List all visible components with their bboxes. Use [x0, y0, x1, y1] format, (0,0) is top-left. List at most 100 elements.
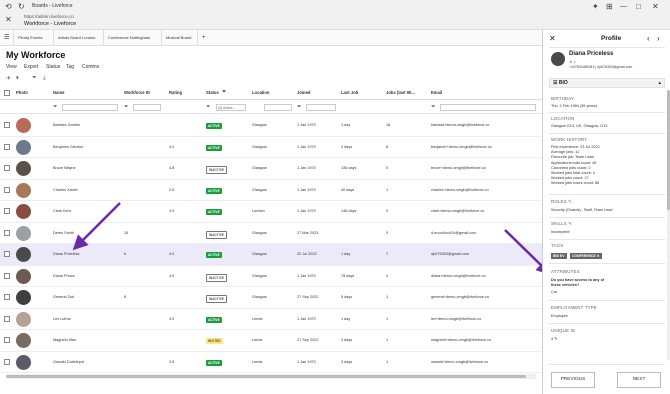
status-row-filter-icon[interactable]: ⏷ — [206, 104, 210, 111]
col-name[interactable]: Name — [53, 90, 64, 95]
prev-arrow-icon[interactable]: ‹ — [647, 34, 650, 43]
avatar — [16, 354, 31, 370]
minimize-icon[interactable]: — — [620, 2, 627, 12]
menu-tag[interactable]: Tag — [66, 64, 74, 70]
col-rating[interactable]: Rating — [169, 90, 182, 95]
menu-status[interactable]: Status — [46, 64, 60, 70]
table-row[interactable]: General Zod 8 Glasgow 27 Sep 2022 5 days 1 gen… — [0, 287, 542, 309]
table-row[interactable]: Oswald Cobblepot 3.5 Leeds 1 Jan 1970 3 days… — [0, 352, 542, 373]
unique-id-label: UNIQUE ID — [551, 328, 576, 333]
row-checkbox[interactable] — [4, 358, 10, 365]
row-checkbox[interactable] — [4, 294, 10, 300]
col-status[interactable]: Status — [206, 90, 219, 95]
status-filter-input[interactable]: (4) Active,... — [216, 104, 246, 111]
cell-last: 40 days — [341, 187, 355, 192]
row-checkbox[interactable] — [4, 229, 10, 236]
collapse-icon[interactable]: ▴ — [658, 80, 661, 86]
row-checkbox[interactable] — [4, 337, 10, 343]
cell-joined: 1 Jan 1970 — [297, 144, 316, 149]
col-last-job[interactable]: Last Job — [341, 90, 358, 95]
bio-section-header[interactable]: ☰ BIO ▴ — [549, 78, 665, 88]
menu-comms[interactable]: Comms — [82, 64, 99, 70]
name-filter-icon[interactable]: ⏷ — [53, 104, 57, 111]
col-email[interactable]: Email — [431, 90, 442, 95]
name-filter-input[interactable] — [62, 104, 118, 111]
table-row[interactable]: Lex Luthor 3.0 Leeds 1 Jan 1970 1 day 1 lex+de… — [0, 309, 542, 330]
cell-name: Clark Kent — [53, 209, 71, 213]
table-row[interactable]: Benjamin Glenton 4.0 Glasgow 1 Jan 1970 3 da… — [0, 137, 542, 158]
cell-rating: 3.0 — [169, 316, 175, 321]
row-checkbox[interactable] — [4, 122, 10, 128]
email-filter-icon[interactable]: ⏷ — [431, 104, 435, 111]
filter-icon[interactable]: ⏷ — [32, 75, 37, 82]
row-checkbox[interactable] — [4, 165, 10, 171]
cell-email: d.mcculloch24@gmail.com — [431, 230, 477, 235]
joined-filter-input[interactable] — [306, 104, 336, 111]
row-checkbox[interactable] — [4, 272, 10, 279]
status-badge: INACTIVE — [206, 230, 227, 239]
table-row[interactable]: Barbara Gordon Glasgow 1 Jan 1970 1 day 18 ba… — [0, 115, 542, 137]
table-row[interactable]: Bruce Wayne 4.8 Glasgow 1 Jan 1970 136 days 0… — [0, 158, 542, 180]
table-row[interactable]: Diana Priceless 6 4.0 Glasgow 22 Jul 2022 1 d… — [0, 244, 542, 266]
close-icon[interactable]: ✕ — [5, 15, 12, 25]
email-filter-input[interactable] — [440, 104, 536, 111]
cell-joined: 27 Sep 2022 — [297, 338, 319, 342]
refresh-icon[interactable]: ↻ — [18, 2, 25, 12]
previous-button[interactable]: PREVIOUS — [551, 372, 595, 388]
table-row[interactable]: Magneto Man Leeds 27 Sep 2022 3 days 1 magnet… — [0, 330, 542, 352]
work-history-list: First experience: 23 Jul 2022 Average job… — [551, 145, 661, 187]
col-photo[interactable]: Photo — [16, 90, 28, 95]
cell-email: general+demo-vmgb@liveforce.co — [431, 295, 489, 299]
col-location[interactable]: Location — [252, 90, 269, 95]
wid-filter-icon[interactable]: ⏷ — [124, 104, 128, 111]
scroll-thumb[interactable] — [6, 375, 526, 378]
wid-filter-input[interactable] — [133, 104, 161, 111]
row-checkbox[interactable] — [4, 143, 10, 150]
horizontal-scrollbar[interactable] — [6, 374, 536, 379]
cell-rating: 4.8 — [169, 166, 175, 170]
menu-view[interactable]: View — [6, 64, 17, 70]
menu-icon[interactable]: ☰ — [0, 30, 14, 46]
col-joined[interactable]: Joined — [297, 90, 311, 95]
tab-musical-board[interactable]: Musical Board — [162, 30, 198, 46]
next-arrow-icon[interactable]: › — [657, 34, 660, 43]
panel-close-icon[interactable]: ✕ — [549, 34, 556, 43]
add-tab-button[interactable]: + — [198, 30, 212, 46]
tag-big-ev[interactable]: BIG EV — [551, 253, 567, 259]
tab-conference[interactable]: Conference Nottingham — [104, 30, 162, 46]
tab-plenty-events[interactable]: Plenty Events — [14, 30, 54, 46]
row-checkbox[interactable] — [4, 186, 10, 193]
maximize-icon[interactable]: □ — [636, 2, 641, 12]
bookmark-icon[interactable]: ⊞ — [606, 2, 613, 12]
row-checkbox[interactable] — [4, 208, 10, 214]
table-row[interactable]: Diana Prince 4.5 Glasgow 1 Jan 1970 78 days 0… — [0, 266, 542, 287]
tab-artists-board[interactable]: Artists Board London — [54, 30, 104, 46]
back-icon[interactable]: ⟲ — [5, 2, 12, 12]
window-close-icon[interactable]: ✕ — [652, 2, 659, 12]
avatar — [16, 311, 31, 327]
status-filter-icon[interactable]: ⏷ — [222, 89, 226, 95]
location-filter-input[interactable] — [264, 104, 292, 111]
joined-filter-icon[interactable]: ⏷ — [297, 104, 301, 111]
extensions-icon[interactable]: ✦ — [592, 2, 599, 12]
next-button[interactable]: NEXT — [617, 372, 661, 388]
tag-icon[interactable]: ⬧ — [16, 75, 19, 82]
cell-name: Lex Luthor — [53, 316, 71, 321]
table-row[interactable]: Clark Kent 4.9 London 1 Jan 1970 146 days 0 cl… — [0, 201, 542, 223]
col-workforce-id[interactable]: Workforce ID — [124, 90, 150, 95]
select-all-checkbox[interactable] — [4, 90, 10, 96]
row-checkbox[interactable] — [4, 315, 10, 322]
table-row[interactable]: Charles Xavier 2.5 Glasgow 1 Jan 1970 40 day… — [0, 180, 542, 201]
status-badge: INVITED — [206, 338, 223, 344]
tag-conference[interactable]: CONFERENCE ✕ — [570, 253, 602, 259]
attributes-label: ATTRIBUTES — [551, 269, 580, 274]
cell-name: Charles Xavier — [53, 187, 78, 192]
cell-last: 136 days — [341, 166, 357, 170]
col-jobs[interactable]: Jobs (last 90... — [386, 90, 415, 95]
download-icon[interactable]: ⤓ — [43, 75, 46, 82]
row-checkbox[interactable] — [4, 251, 10, 257]
bio-label: ☰ BIO — [553, 80, 568, 86]
send-icon[interactable]: ✈ — [6, 75, 11, 82]
menu-export[interactable]: Export — [24, 64, 38, 70]
table-row[interactable]: Derek Smith 15 Glasgow 27 Mar 2023 0 d.mccull… — [0, 223, 542, 244]
